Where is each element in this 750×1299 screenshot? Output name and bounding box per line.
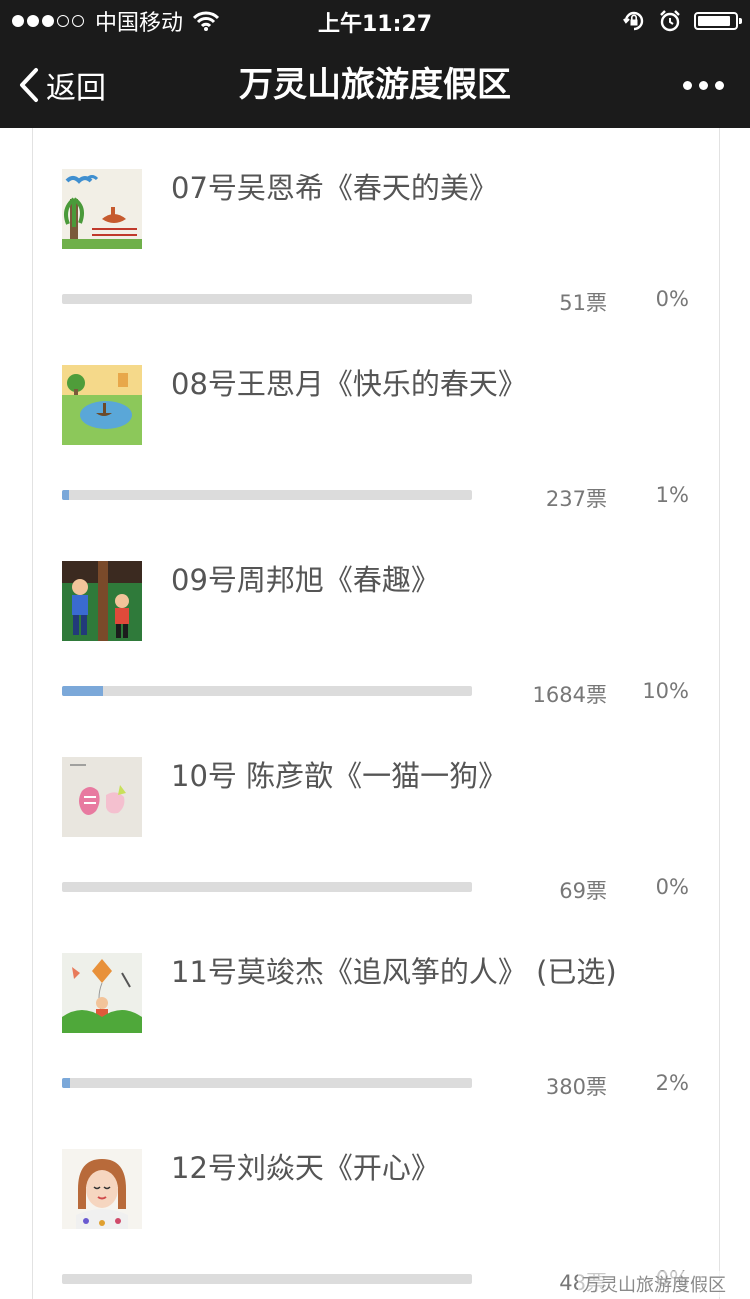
list-item[interactable]: 10号 陈彦歆《一猫一狗》 69票 0% [33, 713, 719, 909]
alarm-icon [660, 10, 680, 32]
list-item[interactable]: 07号吴恩希《春天的美》 51票 0% [33, 128, 719, 321]
item-title: 07号吴恩希《春天的美》 [171, 171, 498, 205]
artwork-thumbnail[interactable] [62, 365, 142, 445]
artwork-thumbnail[interactable] [62, 953, 142, 1033]
vote-progress-bar [62, 1274, 472, 1284]
vote-progress-fill [62, 1078, 71, 1088]
page-title: 万灵山旅游度假区 [239, 65, 511, 105]
battery-icon [694, 12, 742, 30]
back-button[interactable]: 返回 [18, 42, 106, 128]
list-item[interactable]: 09号周邦旭《春趣》 1684票 10% [33, 517, 719, 713]
vote-count: 237票 [545, 487, 607, 511]
vote-percent: 2% [655, 1071, 689, 1095]
more-dots-icon [699, 80, 708, 90]
artwork-thumbnail[interactable] [62, 757, 142, 837]
list-item[interactable]: 08号王思月《快乐的春天》 237票 1% [33, 321, 719, 517]
vote-list-card: 07号吴恩希《春天的美》 51票 0% 08号王思月《快乐的春天》 237票 1… [32, 128, 720, 1299]
item-title: 08号王思月《快乐的春天》 [171, 367, 527, 401]
vote-progress-fill [62, 490, 69, 500]
list-item[interactable]: 12号刘焱天《开心》 48票 0% [33, 1105, 719, 1299]
status-bar: 中国移动 上午11:27 [0, 0, 750, 42]
status-right [622, 8, 742, 34]
list-item[interactable]: 11号莫竣杰《追风筝的人》 (已选) 380票 2% [33, 909, 719, 1105]
item-title: 11号莫竣杰《追风筝的人》 (已选) [171, 955, 617, 989]
vote-percent: 0% [655, 287, 689, 311]
vote-count: 51票 [559, 291, 607, 315]
vote-progress-bar [62, 294, 472, 304]
vote-progress-bar [62, 686, 472, 696]
nav-bar: 返回 万灵山旅游度假区 [0, 42, 750, 128]
vote-count: 69票 [559, 879, 607, 903]
more-dots-icon [715, 80, 724, 90]
vote-progress-bar [62, 1078, 472, 1088]
vote-count: 1684票 [532, 683, 607, 707]
vote-progress-bar [62, 882, 472, 892]
more-button[interactable] [683, 42, 724, 128]
vote-progress-fill [62, 686, 103, 696]
vote-percent: 10% [642, 679, 689, 703]
vote-count: 380票 [545, 1075, 607, 1099]
vote-percent: 0% [655, 875, 689, 899]
vote-progress-bar [62, 490, 472, 500]
artwork-thumbnail[interactable] [62, 561, 142, 641]
chevron-left-icon [20, 68, 38, 102]
artwork-thumbnail[interactable] [62, 169, 142, 249]
vote-percent: 1% [655, 483, 689, 507]
more-dots-icon [683, 80, 692, 90]
artwork-thumbnail[interactable] [62, 1149, 142, 1229]
item-title: 10号 陈彦歆《一猫一狗》 [171, 759, 508, 793]
rotation-lock-icon [623, 11, 644, 31]
back-label: 返回 [46, 71, 106, 106]
item-title: 09号周邦旭《春趣》 [171, 563, 440, 597]
item-title: 12号刘焱天《开心》 [171, 1151, 440, 1185]
vote-list-scroll[interactable]: 07号吴恩希《春天的美》 51票 0% 08号王思月《快乐的春天》 237票 1… [0, 128, 750, 1299]
watermark: 万灵山旅游度假区 [578, 1271, 730, 1297]
